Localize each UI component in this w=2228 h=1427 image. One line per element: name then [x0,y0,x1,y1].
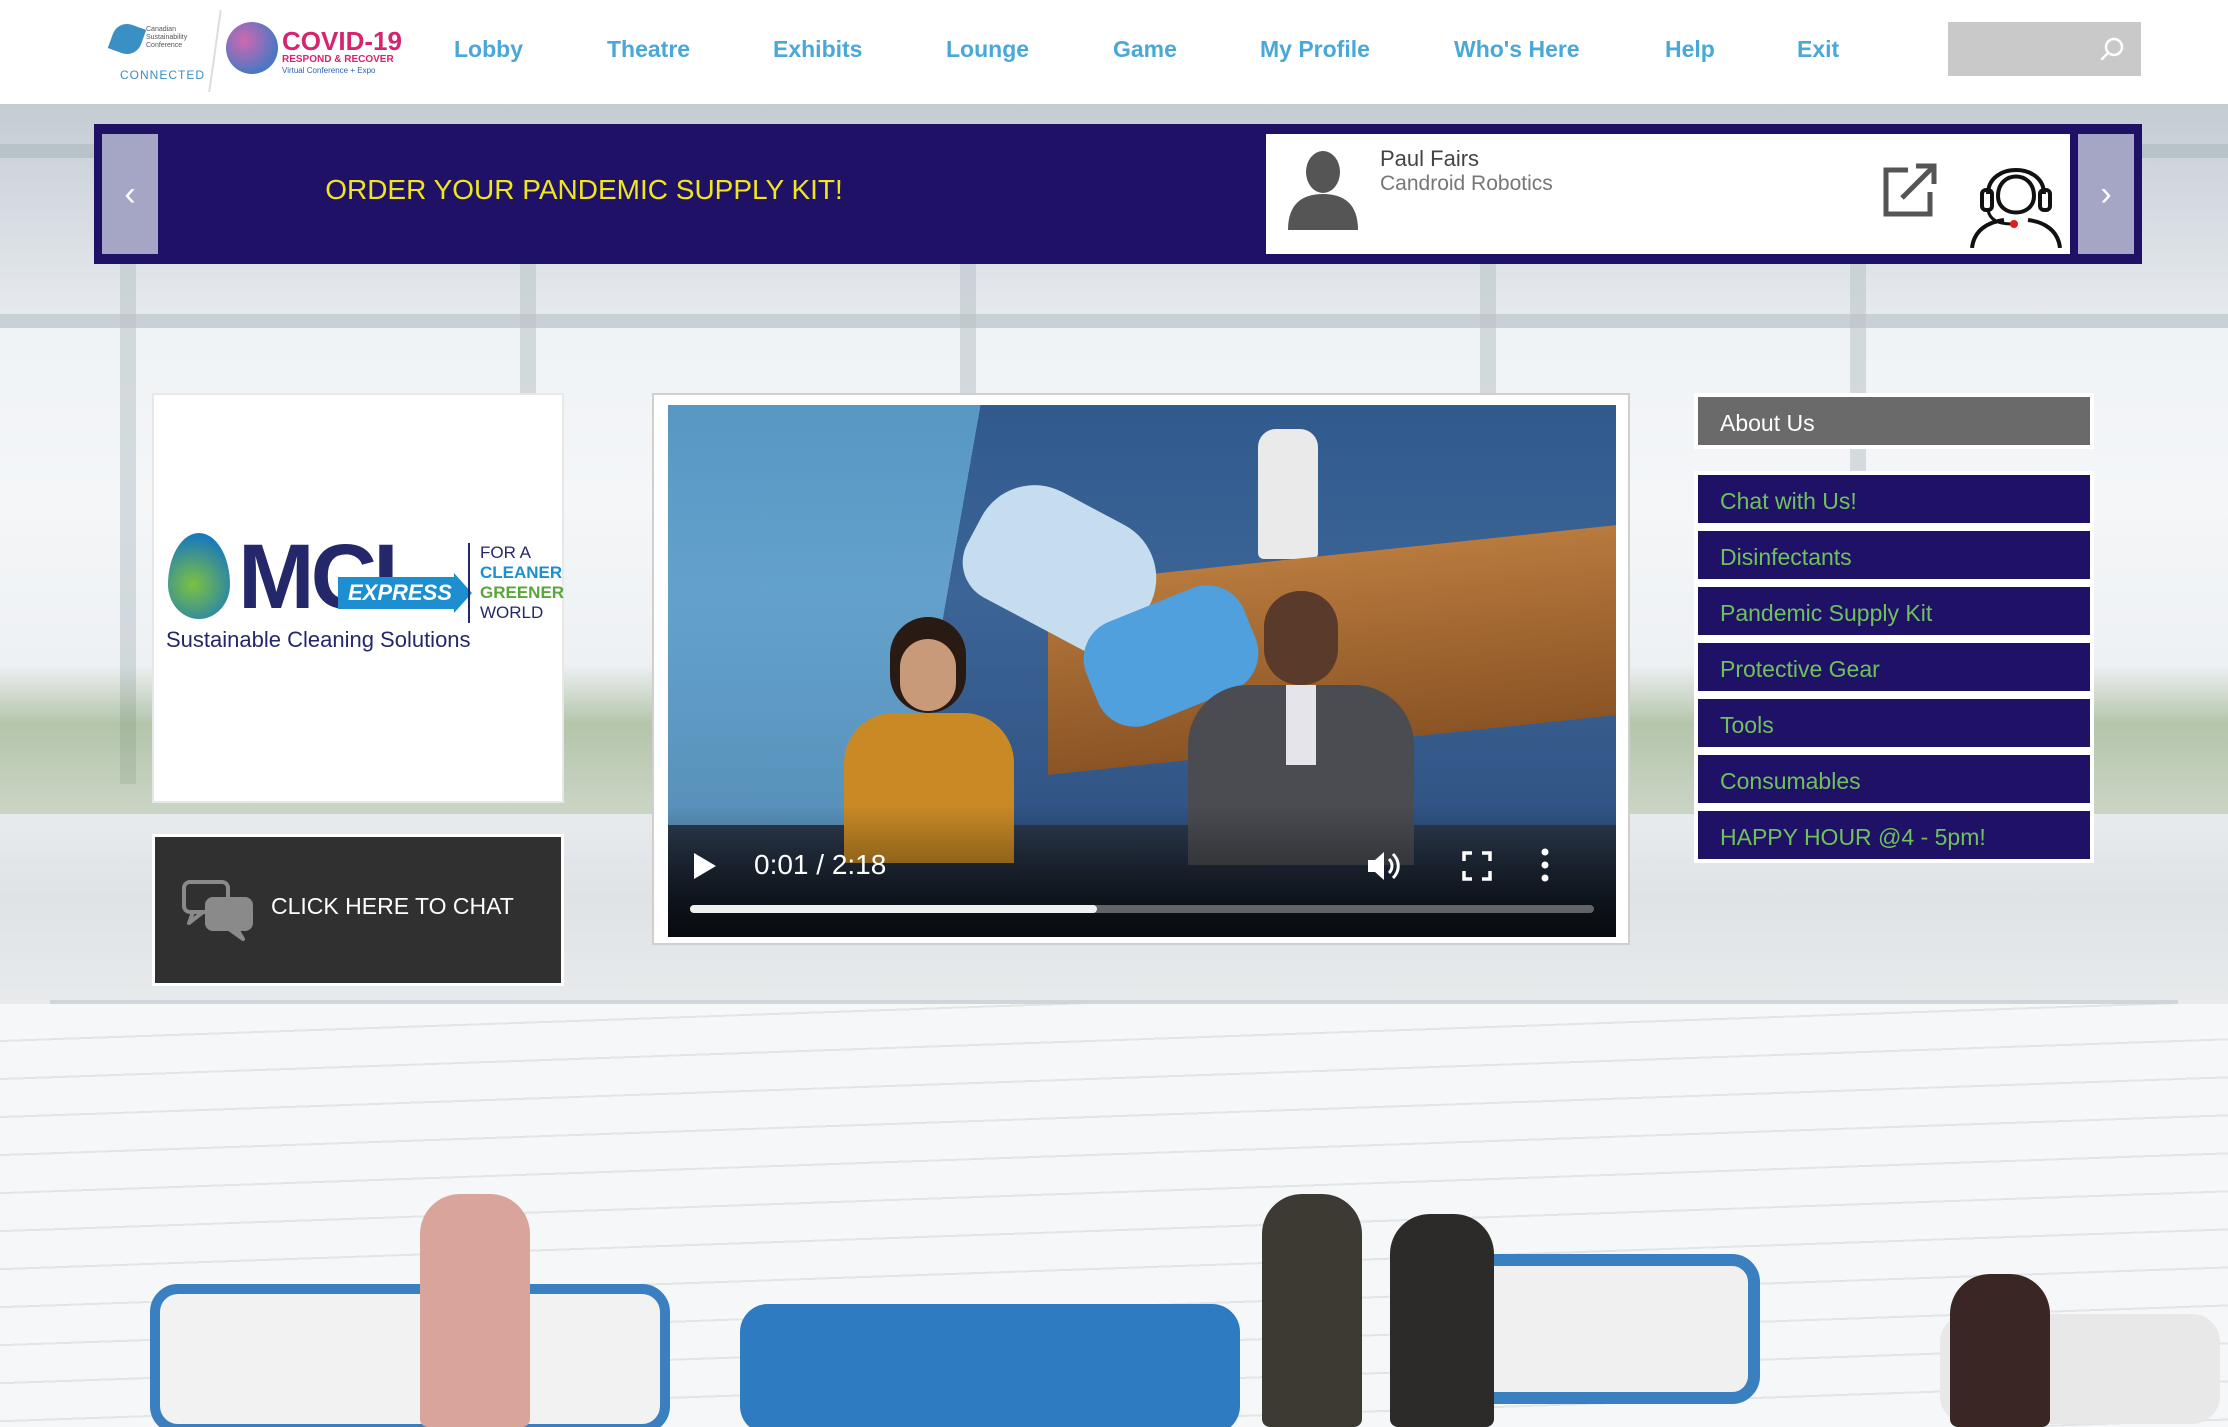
top-navigation-bar: Canadian Sustainability Conference CONNE… [0,0,2228,104]
search-icon[interactable] [2099,36,2125,62]
search-box [1948,22,2141,76]
contact-name: Paul Fairs [1380,146,1480,171]
headset-icon[interactable] [1968,148,2064,248]
banner-promo-text[interactable]: ORDER YOUR PANDEMIC SUPPLY KIT! [254,174,914,206]
banner-next-button[interactable]: › [2078,134,2134,254]
menu-item-tools[interactable]: Tools [1694,695,2094,751]
slogan-line: FOR A [480,543,532,562]
slogan-line: WORLD [480,603,544,622]
nav-theatre[interactable]: Theatre [607,36,690,63]
fullscreen-icon[interactable] [1462,851,1492,881]
attendee-figure [1390,1214,1494,1427]
nav-exhibits[interactable]: Exhibits [773,36,862,63]
mcl-express-text: EXPRESS [338,573,472,613]
video-progress-bar[interactable] [690,905,1594,913]
video-time: 0:01 / 2:18 [754,849,887,880]
volume-icon[interactable] [1366,849,1402,883]
nav-game[interactable]: Game [1113,36,1177,63]
covid-conference-logo: COVID-19 RESPOND & RECOVER Virtual Confe… [226,22,416,82]
window-beam [0,314,2228,328]
menu-item-label: Consumables [1720,768,1861,794]
lounge-couch [150,1284,670,1427]
video-scene-bottle [1258,429,1318,559]
menu-item-happy-hour[interactable]: HAPPY HOUR @4 - 5pm! [1694,807,2094,863]
nav-my-profile[interactable]: My Profile [1260,36,1370,63]
banner-prev-button[interactable]: ‹ [102,134,158,254]
video-progress-fill [690,905,1097,913]
sponsor-banner: ‹ ORDER YOUR PANDEMIC SUPPLY KIT! Paul F… [94,124,2142,264]
csc-connected-text: CONNECTED [120,68,206,82]
nav-exit[interactable]: Exit [1797,36,1839,63]
sustainability-conference-logo: Canadian Sustainability Conference CONNE… [107,18,212,84]
nav-lounge[interactable]: Lounge [946,36,1029,63]
booth-menu: About Us Chat with Us! Disinfectants Pan… [1694,393,2094,863]
menu-item-disinfectants[interactable]: Disinfectants [1694,527,2094,583]
chevron-left-icon: ‹ [124,175,136,213]
menu-item-consumables[interactable]: Consumables [1694,751,2094,807]
video-player-frame: 0:01 / 2:18 [652,393,1630,945]
chevron-right-icon: › [2100,175,2112,213]
csc-logo-text: Canadian Sustainability Conference [146,26,188,49]
covid-title: COVID-19 [282,26,402,56]
chat-button-label: CLICK HERE TO CHAT [271,893,514,919]
exhibitor-logo-panel[interactable]: MCL EXPRESS Sustainable Cleaning Solutio… [152,393,564,803]
avatar [1288,151,1358,230]
menu-item-label: Chat with Us! [1720,488,1857,514]
globe-icon [226,22,278,74]
search-input[interactable] [1948,22,2098,76]
attendee-figure [1950,1274,2050,1427]
menu-item-label: Tools [1720,712,1774,738]
external-link-icon[interactable] [1880,162,1940,218]
mcl-side-slogan: FOR A CLEANER GREENER WORLD [468,543,565,623]
menu-item-label: Protective Gear [1720,656,1880,682]
maple-leaf-icon [107,19,147,59]
about-us-label: About Us [1720,410,1815,436]
covid-subtitle: RESPOND & RECOVER [282,54,394,65]
attendee-figure [1262,1194,1362,1427]
mcl-tagline: Sustainable Cleaning Solutions [166,627,471,652]
covid-tagline: Virtual Conference + Expo [282,66,376,75]
conference-logo[interactable]: Canadian Sustainability Conference CONNE… [107,10,416,92]
lounge-couch [740,1304,1240,1427]
slogan-line: CLEANER [480,563,563,582]
nav-whos-here[interactable]: Who's Here [1454,36,1580,63]
menu-item-label: Disinfectants [1720,544,1852,570]
chat-bubbles-icon [182,880,253,941]
menu-item-protective-gear[interactable]: Protective Gear [1694,639,2094,695]
booth-contact-card: Paul Fairs Candroid Robotics [1266,134,2070,254]
more-options-icon[interactable] [1540,847,1550,883]
menu-item-chat-with-us[interactable]: Chat with Us! [1694,471,2094,527]
slogan-line: GREENER [480,583,565,602]
video-player[interactable]: 0:01 / 2:18 [668,405,1616,937]
nav-help[interactable]: Help [1665,36,1715,63]
play-icon[interactable] [692,851,718,881]
menu-item-pandemic-supply-kit[interactable]: Pandemic Supply Kit [1694,583,2094,639]
nav-lobby[interactable]: Lobby [454,36,523,63]
menu-item-label: HAPPY HOUR @4 - 5pm! [1720,824,1986,850]
water-drop-icon [168,533,230,619]
video-controls: 0:01 / 2:18 [668,805,1616,937]
menu-item-label: Pandemic Supply Kit [1720,600,1933,626]
contact-organization: Candroid Robotics [1380,172,1553,195]
mcl-express-logo: MCL EXPRESS Sustainable Cleaning Solutio… [162,531,565,661]
attendee-figure [420,1194,530,1427]
click-to-chat-button[interactable]: CLICK HERE TO CHAT [152,834,564,986]
about-us-button[interactable]: About Us [1694,393,2094,449]
